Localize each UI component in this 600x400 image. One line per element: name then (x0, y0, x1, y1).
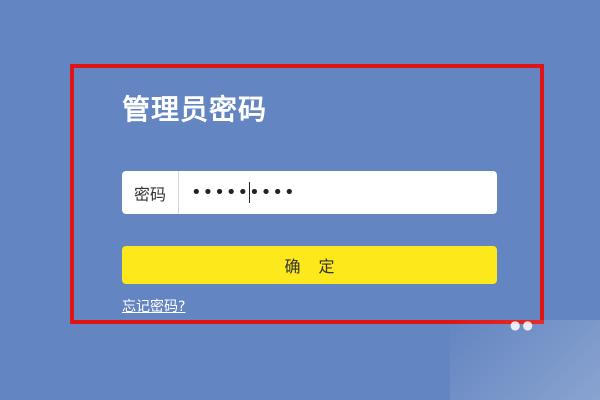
password-label: 密码 (122, 171, 179, 214)
forgot-password-link[interactable]: 忘记密码? (122, 296, 185, 316)
password-input[interactable] (179, 171, 497, 214)
text-cursor (249, 182, 250, 203)
watermark-icon: ●● (510, 318, 535, 332)
password-field[interactable]: 密码 (122, 171, 497, 214)
page-title: 管理员密码 (122, 93, 268, 126)
watermark (450, 320, 600, 400)
confirm-button[interactable]: 确定 (122, 246, 497, 284)
